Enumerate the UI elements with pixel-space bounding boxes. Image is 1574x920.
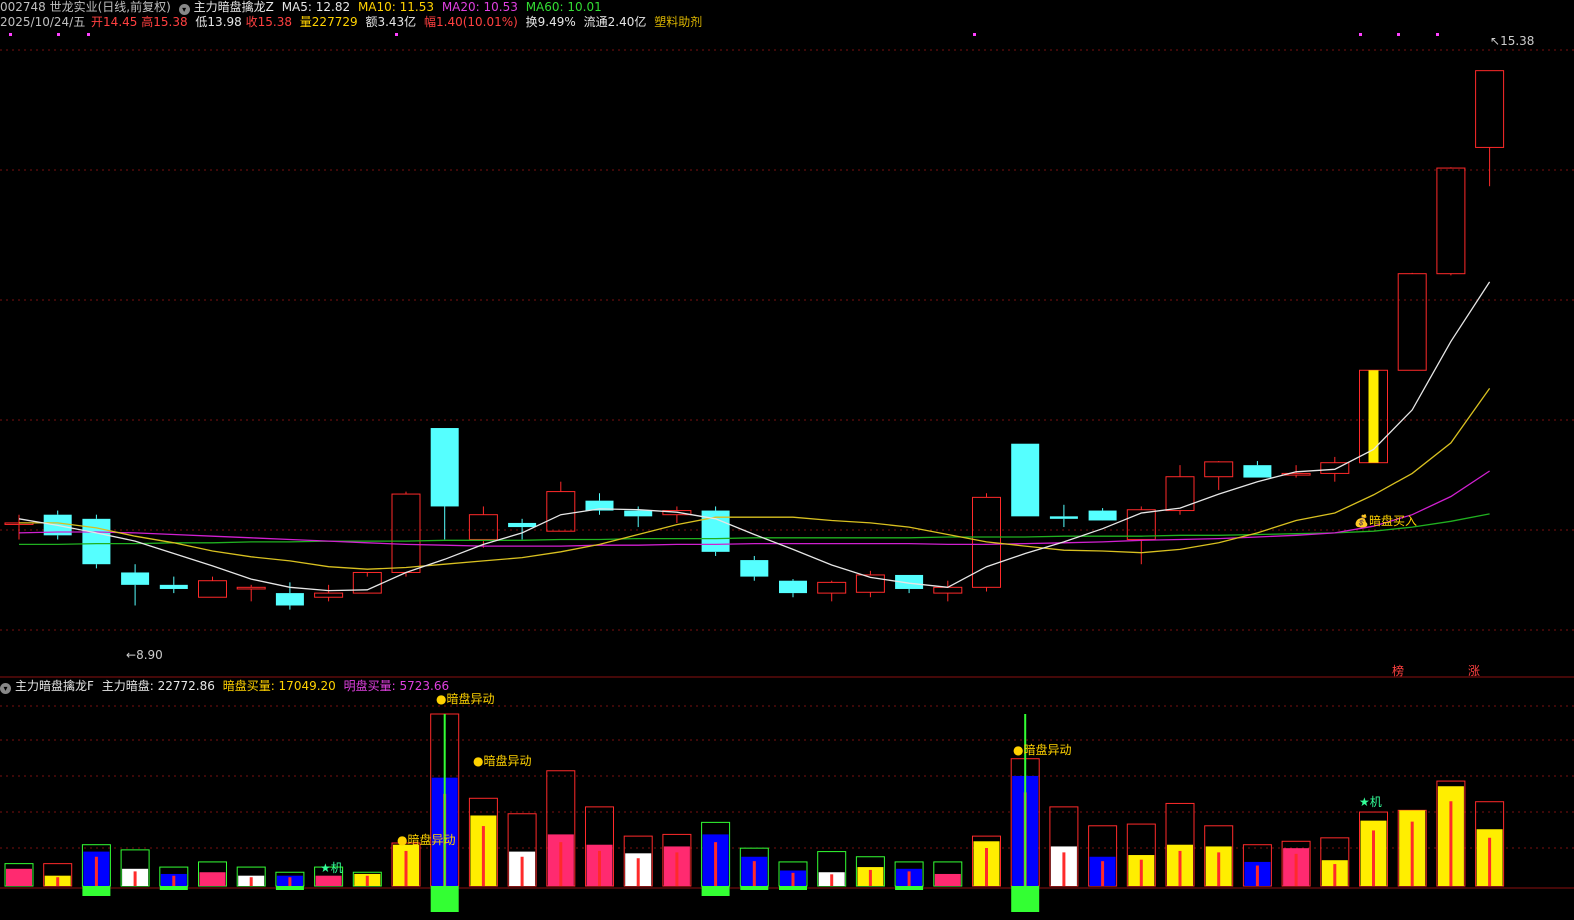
candle-body-up <box>1204 461 1234 478</box>
light-buy-value: 明盘买量: 5723.66 <box>343 679 450 693</box>
opportunity-signal: ★机 <box>320 861 343 875</box>
volume-bar-fill <box>934 873 961 886</box>
signal-dot-marker <box>87 33 90 36</box>
candle-body-down <box>740 560 769 577</box>
change-value: 幅1.40(10.01%) <box>424 15 518 29</box>
candle-body-up <box>1165 476 1195 512</box>
volume-green-base <box>779 886 807 890</box>
low-price-label: 8.90 <box>136 648 163 662</box>
low-price-marker: ←8.90 <box>126 648 163 662</box>
candle-body-up <box>1126 509 1156 540</box>
candle-body-up <box>1397 273 1427 371</box>
volume-green-base <box>159 886 188 890</box>
buy-signal-label: 暗盘买入 <box>1368 514 1417 528</box>
high-price-label: 15.38 <box>1500 34 1535 48</box>
signal-dot-marker <box>973 33 976 36</box>
candle-body-down <box>1088 510 1117 521</box>
close-price: 收15.38 <box>245 15 292 29</box>
anomaly-signal: ●暗盘异动 <box>1013 743 1072 757</box>
buy-signal: 💰暗盘买入 <box>1354 512 1417 529</box>
opportunity-signal: ★机 <box>1359 795 1382 809</box>
candle-body-up <box>314 592 344 598</box>
signal-dot-marker <box>395 33 398 36</box>
chart-canvas[interactable] <box>0 0 1574 920</box>
anomaly-green-base <box>430 886 459 912</box>
candle-body-up <box>817 581 847 594</box>
candle-body-down <box>430 428 459 507</box>
dark-buy-value: 暗盘买量: 17049.20 <box>222 679 336 693</box>
candle-body-up <box>468 514 498 540</box>
candle-body-up <box>391 493 421 573</box>
candle-body-down <box>624 510 653 517</box>
candle-body-up <box>198 580 227 598</box>
volume-green-base <box>740 886 769 890</box>
indicator-main-name[interactable]: 主力暗盘擒龙Z <box>194 0 274 14</box>
candle-body-down <box>121 572 150 585</box>
ma20-value: MA20: 10.53 <box>441 0 518 14</box>
anomaly-signal: ●暗盘异动 <box>436 692 495 706</box>
signal-dot-marker <box>57 33 60 36</box>
volume-bar-fill <box>6 868 32 886</box>
high-price: 高15.38 <box>141 15 188 29</box>
candle-body-up <box>1475 70 1505 148</box>
low-price: 低13.98 <box>195 15 242 29</box>
candle-body-down <box>82 518 111 565</box>
anomaly-green-base <box>1011 886 1040 912</box>
signal-dot-marker <box>9 33 12 36</box>
volume-green-base <box>82 886 111 896</box>
money-bag-icon: 💰 <box>1354 514 1369 528</box>
sub-indicator-name[interactable]: 主力暗盘擒龙F <box>15 679 94 693</box>
amount-value: 额3.43亿 <box>365 15 417 29</box>
anomaly-signal: ●暗盘异动 <box>473 754 532 768</box>
signal-dot-marker <box>1436 33 1439 36</box>
candle-body-up <box>1436 167 1466 275</box>
ma5-line <box>18 281 1491 592</box>
header-row-1: 002748 世龙实业(日线,前复权) ▾ 主力暗盘擒龙Z MA5: 12.82 … <box>0 0 606 15</box>
ma10-value: MA10: 11.53 <box>357 0 434 14</box>
float-cap-value: 流通2.40亿 <box>583 15 647 29</box>
sub-indicator-settings-icon[interactable]: ▾ <box>0 683 11 694</box>
candle-body-down <box>1243 465 1272 478</box>
candle-body-up <box>933 586 963 594</box>
header-row-2: 2025/10/24/五 开14.45 高15.38 低13.98 收15.38… <box>0 15 706 30</box>
candle-body-down <box>779 580 807 594</box>
candle-body-down <box>1011 443 1040 517</box>
zhang-marker: 涨 <box>1468 664 1481 678</box>
concept-tag[interactable]: 塑料助剂 <box>654 15 702 29</box>
candle-body-down <box>275 593 304 606</box>
volume-bar-fill <box>199 872 226 886</box>
sub-header: ▾ 主力暗盘擒龙F 主力暗盘: 22772.86 暗盘买量: 17049.20 明… <box>0 679 453 694</box>
volume-bar-fill <box>315 875 342 886</box>
trade-date: 2025/10/24/五 <box>0 15 86 29</box>
high-price-marker: ↖15.38 <box>1490 34 1535 48</box>
ma60-value: MA60: 10.01 <box>525 0 602 14</box>
candle-body-up <box>546 491 576 532</box>
ma5-value: MA5: 12.82 <box>281 0 351 14</box>
volume-green-base <box>275 886 304 890</box>
volume-value: 量227729 <box>299 15 358 29</box>
signal-dot-marker <box>1397 33 1400 36</box>
candle-body-down <box>508 522 537 528</box>
volume-green-base <box>701 886 730 896</box>
open-price: 开14.45 <box>91 15 138 29</box>
candle-body-down <box>1049 516 1078 519</box>
volume-green-base <box>895 886 924 890</box>
signal-dot-marker <box>1359 33 1362 36</box>
anomaly-signal: ●暗盘异动 <box>397 833 456 847</box>
turnover-value: 换9.49% <box>525 15 576 29</box>
candle-body-down <box>159 584 188 589</box>
stock-code-name: 002748 世龙实业(日线,前复权) <box>0 0 171 14</box>
indicator-settings-icon[interactable]: ▾ <box>178 4 190 15</box>
bang-marker: 榜 <box>1392 664 1405 678</box>
main-dark-value: 主力暗盘: 22772.86 <box>101 679 215 693</box>
candle-body-up <box>236 586 266 590</box>
